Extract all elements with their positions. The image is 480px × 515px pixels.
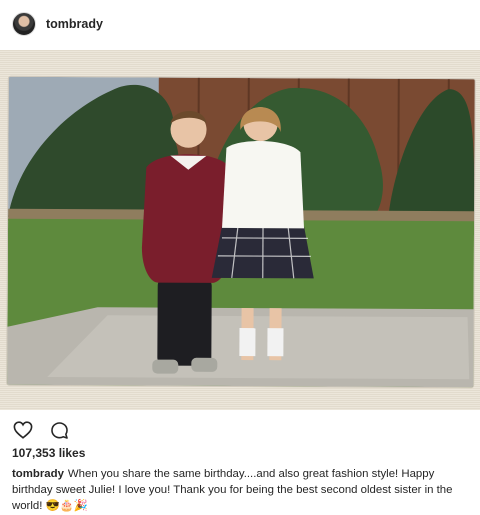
comment-icon: [50, 421, 68, 439]
post-header: tombrady: [0, 0, 480, 48]
heart-icon: [13, 421, 33, 439]
post-image-frame[interactable]: [0, 50, 480, 410]
avatar[interactable]: [12, 12, 36, 36]
photo-illustration: [7, 76, 475, 388]
like-button[interactable]: [12, 419, 34, 441]
post-photo[interactable]: [7, 76, 475, 388]
post-username[interactable]: tombrady: [46, 17, 103, 31]
likes-count[interactable]: 107,353 likes: [12, 446, 85, 460]
post-actions: [12, 420, 70, 440]
post-caption: tombrady When you share the same birthday…: [12, 466, 472, 514]
caption-username[interactable]: tombrady: [12, 468, 64, 480]
caption-text: When you share the same birthday....and …: [12, 468, 453, 512]
comment-button[interactable]: [48, 419, 70, 441]
